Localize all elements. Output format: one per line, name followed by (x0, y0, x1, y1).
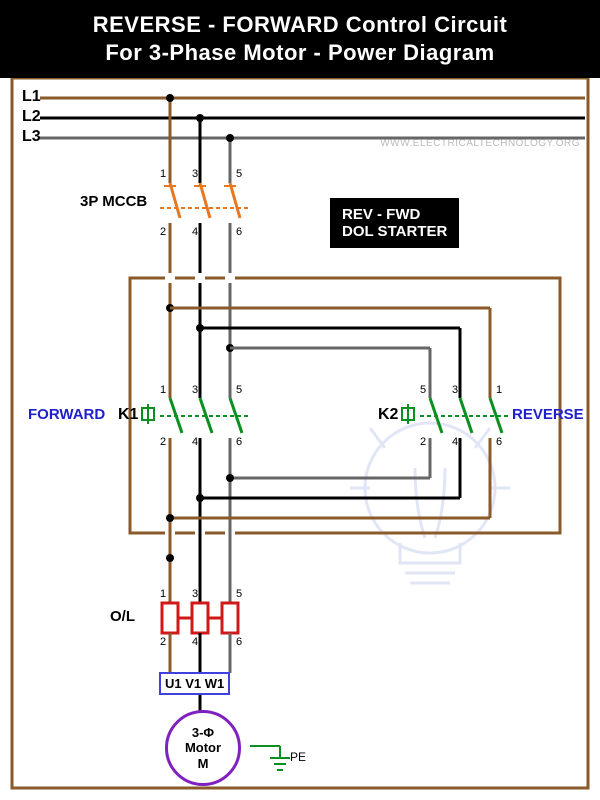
label-l1: L1 (22, 88, 41, 106)
k2-t3: 3 (452, 384, 458, 396)
starter-line1: REV - FWD (342, 206, 447, 223)
ol-t5: 5 (236, 588, 242, 600)
ol-t6: 6 (236, 636, 242, 648)
motor-symbol: 3-Φ Motor M (165, 710, 241, 786)
mccb-t1: 1 (160, 168, 166, 180)
k2-t1: 1 (496, 384, 502, 396)
motor-l1: 3-Φ (168, 725, 238, 741)
mccb-t3: 3 (192, 168, 198, 180)
label-l2: L2 (22, 108, 41, 126)
k1-t6: 6 (236, 436, 242, 448)
label-k1: K1 (118, 406, 138, 424)
term-v1: V1 (185, 676, 201, 691)
overload-relay (162, 603, 238, 633)
starter-line2: DOL STARTER (342, 223, 447, 240)
mccb-t2: 2 (160, 226, 166, 238)
contactor-k1 (142, 398, 250, 433)
k1-t4: 4 (192, 436, 198, 448)
title-line1: REVERSE - FORWARD Control Circuit (8, 12, 592, 38)
term-u1: U1 (165, 676, 182, 691)
diagram-container: REVERSE - FORWARD Control Circuit For 3-… (0, 0, 600, 800)
label-overload: O/L (110, 608, 135, 625)
label-k2: K2 (378, 406, 398, 424)
mccb-t5: 5 (236, 168, 242, 180)
motor-terminal-box: U1 V1 W1 (159, 672, 230, 695)
k1-t5: 5 (236, 384, 242, 396)
mccb-symbol (160, 183, 250, 218)
motor-l2: Motor (168, 740, 238, 756)
title-header: REVERSE - FORWARD Control Circuit For 3-… (0, 0, 600, 78)
term-w1: W1 (205, 676, 225, 691)
label-l3: L3 (22, 128, 41, 146)
k1-t3: 3 (192, 384, 198, 396)
mccb-t6: 6 (236, 226, 242, 238)
label-mccb: 3P MCCB (80, 193, 147, 210)
contactor-k2 (402, 398, 510, 433)
k2-t2: 2 (420, 436, 426, 448)
mccb-t4: 4 (192, 226, 198, 238)
k1-t2: 2 (160, 436, 166, 448)
k2-t4: 4 (452, 436, 458, 448)
title-line2: For 3-Phase Motor - Power Diagram (8, 40, 592, 66)
ground-icon (250, 746, 290, 770)
power-diagram: WWW.ELECTRICALTECHNOLOGY.ORG (0, 78, 600, 798)
label-forward: FORWARD (28, 406, 105, 423)
circuit-svg (0, 78, 600, 798)
ol-t4: 4 (192, 636, 198, 648)
ol-t3: 3 (192, 588, 198, 600)
starter-enclosure (130, 278, 560, 533)
ol-t2: 2 (160, 636, 166, 648)
motor-l3: M (168, 756, 238, 772)
k1-t1: 1 (160, 384, 166, 396)
label-reverse: REVERSE (512, 406, 584, 423)
k2-t5: 5 (420, 384, 426, 396)
ol-t1: 1 (160, 588, 166, 600)
starter-box: REV - FWD DOL STARTER (330, 198, 459, 248)
k2-t6: 6 (496, 436, 502, 448)
label-pe: PE (290, 750, 306, 764)
